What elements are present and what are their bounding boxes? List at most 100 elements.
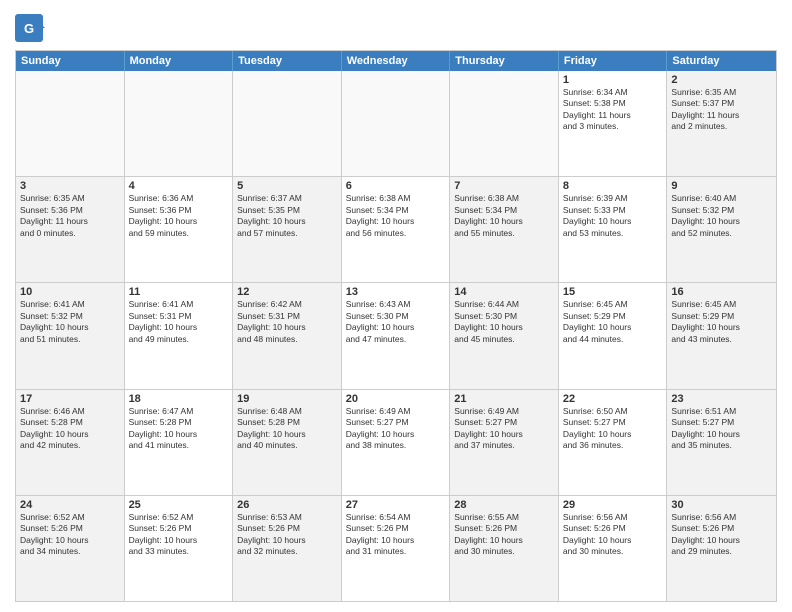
day-info: Sunrise: 6:45 AM Sunset: 5:29 PM Dayligh…	[563, 299, 663, 345]
day-number: 21	[454, 393, 554, 405]
day-info: Sunrise: 6:56 AM Sunset: 5:26 PM Dayligh…	[671, 512, 772, 558]
day-cell-29: 29Sunrise: 6:56 AM Sunset: 5:26 PM Dayli…	[559, 496, 668, 601]
day-cell-9: 9Sunrise: 6:40 AM Sunset: 5:32 PM Daylig…	[667, 177, 776, 282]
calendar: SundayMondayTuesdayWednesdayThursdayFrid…	[15, 50, 777, 602]
day-info: Sunrise: 6:45 AM Sunset: 5:29 PM Dayligh…	[671, 299, 772, 345]
day-info: Sunrise: 6:35 AM Sunset: 5:36 PM Dayligh…	[20, 193, 120, 239]
day-info: Sunrise: 6:43 AM Sunset: 5:30 PM Dayligh…	[346, 299, 446, 345]
day-info: Sunrise: 6:52 AM Sunset: 5:26 PM Dayligh…	[129, 512, 229, 558]
day-number: 3	[20, 180, 120, 192]
calendar-row-1: 3Sunrise: 6:35 AM Sunset: 5:36 PM Daylig…	[16, 177, 776, 283]
day-info: Sunrise: 6:35 AM Sunset: 5:37 PM Dayligh…	[671, 87, 772, 133]
day-info: Sunrise: 6:56 AM Sunset: 5:26 PM Dayligh…	[563, 512, 663, 558]
header: G	[15, 10, 777, 42]
header-cell-sunday: Sunday	[16, 51, 125, 71]
day-info: Sunrise: 6:50 AM Sunset: 5:27 PM Dayligh…	[563, 406, 663, 452]
day-info: Sunrise: 6:46 AM Sunset: 5:28 PM Dayligh…	[20, 406, 120, 452]
day-info: Sunrise: 6:44 AM Sunset: 5:30 PM Dayligh…	[454, 299, 554, 345]
calendar-row-0: 1Sunrise: 6:34 AM Sunset: 5:38 PM Daylig…	[16, 71, 776, 177]
day-number: 28	[454, 499, 554, 511]
day-info: Sunrise: 6:38 AM Sunset: 5:34 PM Dayligh…	[454, 193, 554, 239]
day-info: Sunrise: 6:42 AM Sunset: 5:31 PM Dayligh…	[237, 299, 337, 345]
day-number: 20	[346, 393, 446, 405]
day-number: 18	[129, 393, 229, 405]
day-number: 27	[346, 499, 446, 511]
day-cell-19: 19Sunrise: 6:48 AM Sunset: 5:28 PM Dayli…	[233, 390, 342, 495]
day-cell-8: 8Sunrise: 6:39 AM Sunset: 5:33 PM Daylig…	[559, 177, 668, 282]
day-info: Sunrise: 6:40 AM Sunset: 5:32 PM Dayligh…	[671, 193, 772, 239]
svg-text:G: G	[24, 21, 34, 36]
day-cell-16: 16Sunrise: 6:45 AM Sunset: 5:29 PM Dayli…	[667, 283, 776, 388]
day-cell-30: 30Sunrise: 6:56 AM Sunset: 5:26 PM Dayli…	[667, 496, 776, 601]
day-number: 2	[671, 74, 772, 86]
calendar-row-3: 17Sunrise: 6:46 AM Sunset: 5:28 PM Dayli…	[16, 390, 776, 496]
day-cell-3: 3Sunrise: 6:35 AM Sunset: 5:36 PM Daylig…	[16, 177, 125, 282]
day-cell-27: 27Sunrise: 6:54 AM Sunset: 5:26 PM Dayli…	[342, 496, 451, 601]
day-cell-6: 6Sunrise: 6:38 AM Sunset: 5:34 PM Daylig…	[342, 177, 451, 282]
day-number: 26	[237, 499, 337, 511]
day-info: Sunrise: 6:41 AM Sunset: 5:32 PM Dayligh…	[20, 299, 120, 345]
day-cell-25: 25Sunrise: 6:52 AM Sunset: 5:26 PM Dayli…	[125, 496, 234, 601]
day-cell-24: 24Sunrise: 6:52 AM Sunset: 5:26 PM Dayli…	[16, 496, 125, 601]
day-cell-26: 26Sunrise: 6:53 AM Sunset: 5:26 PM Dayli…	[233, 496, 342, 601]
day-number: 6	[346, 180, 446, 192]
calendar-row-4: 24Sunrise: 6:52 AM Sunset: 5:26 PM Dayli…	[16, 496, 776, 601]
header-cell-thursday: Thursday	[450, 51, 559, 71]
day-cell-1: 1Sunrise: 6:34 AM Sunset: 5:38 PM Daylig…	[559, 71, 668, 176]
day-cell-15: 15Sunrise: 6:45 AM Sunset: 5:29 PM Dayli…	[559, 283, 668, 388]
day-number: 25	[129, 499, 229, 511]
day-number: 1	[563, 74, 663, 86]
day-cell-11: 11Sunrise: 6:41 AM Sunset: 5:31 PM Dayli…	[125, 283, 234, 388]
day-number: 11	[129, 286, 229, 298]
day-cell-7: 7Sunrise: 6:38 AM Sunset: 5:34 PM Daylig…	[450, 177, 559, 282]
day-number: 14	[454, 286, 554, 298]
header-cell-monday: Monday	[125, 51, 234, 71]
day-info: Sunrise: 6:49 AM Sunset: 5:27 PM Dayligh…	[346, 406, 446, 452]
day-number: 4	[129, 180, 229, 192]
header-cell-tuesday: Tuesday	[233, 51, 342, 71]
day-info: Sunrise: 6:41 AM Sunset: 5:31 PM Dayligh…	[129, 299, 229, 345]
day-info: Sunrise: 6:36 AM Sunset: 5:36 PM Dayligh…	[129, 193, 229, 239]
empty-cell-0-0	[16, 71, 125, 176]
day-number: 7	[454, 180, 554, 192]
day-info: Sunrise: 6:49 AM Sunset: 5:27 PM Dayligh…	[454, 406, 554, 452]
day-number: 30	[671, 499, 772, 511]
empty-cell-0-2	[233, 71, 342, 176]
day-cell-28: 28Sunrise: 6:55 AM Sunset: 5:26 PM Dayli…	[450, 496, 559, 601]
day-number: 13	[346, 286, 446, 298]
logo-icon: G	[15, 14, 45, 42]
day-info: Sunrise: 6:47 AM Sunset: 5:28 PM Dayligh…	[129, 406, 229, 452]
day-number: 5	[237, 180, 337, 192]
day-cell-18: 18Sunrise: 6:47 AM Sunset: 5:28 PM Dayli…	[125, 390, 234, 495]
day-info: Sunrise: 6:51 AM Sunset: 5:27 PM Dayligh…	[671, 406, 772, 452]
day-info: Sunrise: 6:37 AM Sunset: 5:35 PM Dayligh…	[237, 193, 337, 239]
day-cell-2: 2Sunrise: 6:35 AM Sunset: 5:37 PM Daylig…	[667, 71, 776, 176]
day-info: Sunrise: 6:48 AM Sunset: 5:28 PM Dayligh…	[237, 406, 337, 452]
logo: G	[15, 14, 47, 42]
day-info: Sunrise: 6:39 AM Sunset: 5:33 PM Dayligh…	[563, 193, 663, 239]
day-number: 23	[671, 393, 772, 405]
day-info: Sunrise: 6:54 AM Sunset: 5:26 PM Dayligh…	[346, 512, 446, 558]
day-info: Sunrise: 6:52 AM Sunset: 5:26 PM Dayligh…	[20, 512, 120, 558]
day-number: 17	[20, 393, 120, 405]
empty-cell-0-3	[342, 71, 451, 176]
calendar-header-row: SundayMondayTuesdayWednesdayThursdayFrid…	[16, 51, 776, 71]
page: G SundayMondayTuesdayWednesdayThursdayFr…	[0, 0, 792, 612]
day-number: 9	[671, 180, 772, 192]
day-number: 15	[563, 286, 663, 298]
day-cell-23: 23Sunrise: 6:51 AM Sunset: 5:27 PM Dayli…	[667, 390, 776, 495]
header-cell-wednesday: Wednesday	[342, 51, 451, 71]
day-info: Sunrise: 6:38 AM Sunset: 5:34 PM Dayligh…	[346, 193, 446, 239]
day-number: 19	[237, 393, 337, 405]
day-cell-14: 14Sunrise: 6:44 AM Sunset: 5:30 PM Dayli…	[450, 283, 559, 388]
empty-cell-0-1	[125, 71, 234, 176]
day-number: 8	[563, 180, 663, 192]
day-cell-10: 10Sunrise: 6:41 AM Sunset: 5:32 PM Dayli…	[16, 283, 125, 388]
day-cell-4: 4Sunrise: 6:36 AM Sunset: 5:36 PM Daylig…	[125, 177, 234, 282]
day-cell-22: 22Sunrise: 6:50 AM Sunset: 5:27 PM Dayli…	[559, 390, 668, 495]
day-cell-20: 20Sunrise: 6:49 AM Sunset: 5:27 PM Dayli…	[342, 390, 451, 495]
day-number: 12	[237, 286, 337, 298]
day-info: Sunrise: 6:53 AM Sunset: 5:26 PM Dayligh…	[237, 512, 337, 558]
day-cell-21: 21Sunrise: 6:49 AM Sunset: 5:27 PM Dayli…	[450, 390, 559, 495]
day-cell-12: 12Sunrise: 6:42 AM Sunset: 5:31 PM Dayli…	[233, 283, 342, 388]
